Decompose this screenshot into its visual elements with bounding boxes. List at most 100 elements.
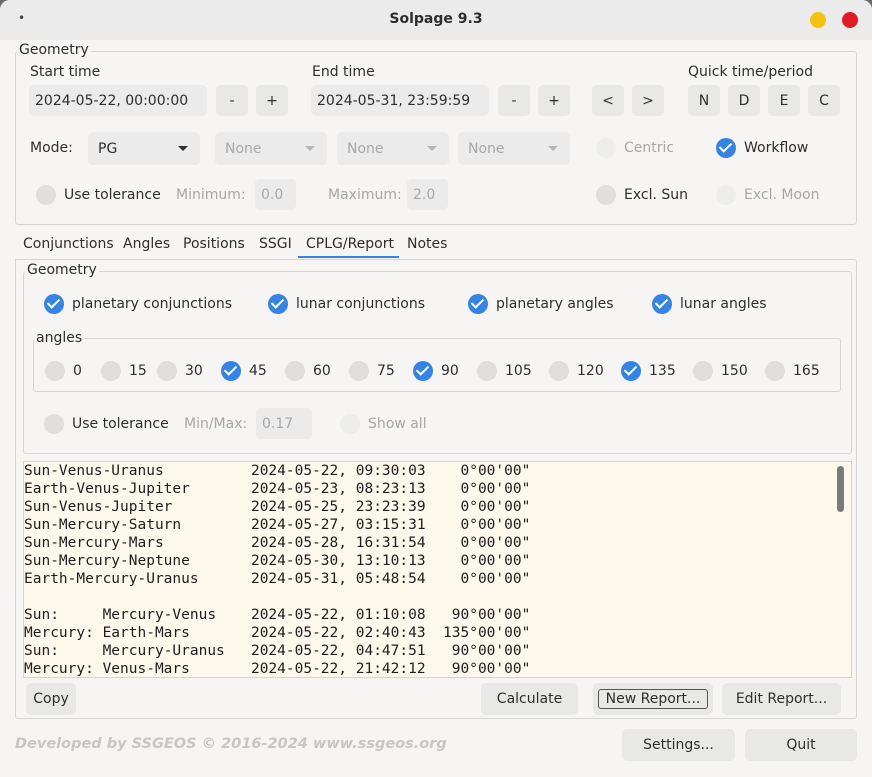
end-time-label: End time	[312, 64, 375, 80]
geometry-legend: Geometry	[17, 42, 91, 58]
report-text: Sun-Venus-Uranus 2024-05-22, 09:30:03 0°…	[24, 462, 851, 677]
maximum-field[interactable]: 2.0	[407, 179, 448, 210]
report-line: Sun-Mercury-Neptune 2024-05-30, 13:10:13…	[24, 553, 531, 569]
minimum-label: Minimum:	[176, 187, 246, 203]
calculate-button[interactable]: Calculate	[481, 683, 578, 715]
report-line: Sun-Mercury-Mars 2024-05-28, 16:31:54 0°…	[24, 535, 531, 551]
angle-150-label: 150	[721, 363, 748, 379]
lunar-conjunctions-checkbox[interactable]	[268, 294, 288, 314]
window-title: Solpage 9.3	[389, 11, 483, 27]
show-all-checkbox[interactable]	[340, 414, 360, 434]
copy-button[interactable]: Copy	[26, 683, 76, 715]
angle-105-checkbox[interactable]	[477, 361, 497, 381]
report-line: Earth-Mercury-Uranus 2024-05-31, 05:48:5…	[24, 571, 531, 587]
combo-2-value: None	[225, 140, 262, 157]
lunar-angles-label: lunar angles	[680, 296, 767, 312]
close-button[interactable]	[842, 12, 858, 28]
combo-2[interactable]: None	[215, 132, 327, 165]
end-time-plus-button[interactable]: +	[538, 85, 570, 116]
quick-d-button[interactable]: D	[728, 85, 760, 116]
report-line: Sun: Mercury-Uranus 2024-05-22, 04:47:51…	[24, 643, 531, 659]
active-tab-indicator	[298, 256, 399, 258]
report-line: Sun: Mercury-Venus 2024-05-22, 01:10:08 …	[24, 607, 531, 623]
report-line: Mercury: Earth-Mars 2024-05-22, 02:40:43…	[24, 625, 531, 641]
lunar-conjunctions-label: lunar conjunctions	[296, 296, 426, 312]
angle-150-checkbox[interactable]	[693, 361, 713, 381]
quit-button[interactable]: Quit	[745, 729, 857, 761]
centric-checkbox[interactable]	[596, 138, 616, 158]
angle-60-label: 60	[313, 363, 331, 379]
new-report-label: New Report...	[597, 689, 709, 709]
chevron-down-icon	[305, 146, 315, 151]
quick-n-button[interactable]: N	[688, 85, 720, 116]
angle-135-label: 135	[649, 363, 676, 379]
start-time-minus-button[interactable]: -	[216, 85, 248, 116]
tab-ssgi[interactable]: SSGI	[259, 236, 292, 252]
angles-frame	[33, 338, 841, 392]
mode-combo-value: PG	[98, 140, 118, 157]
angle-30-checkbox[interactable]	[157, 361, 177, 381]
minimum-field[interactable]: 0.0	[255, 179, 296, 210]
app-window: • Solpage 9.3 Geometry Start time 2024-0…	[0, 0, 872, 777]
cplg-geometry-legend: Geometry	[25, 262, 99, 278]
settings-button[interactable]: Settings...	[622, 729, 735, 761]
quick-next-button[interactable]: >	[632, 85, 664, 116]
angle-45-checkbox[interactable]	[221, 361, 241, 381]
start-time-plus-button[interactable]: +	[256, 85, 288, 116]
tab-positions[interactable]: Positions	[183, 236, 245, 252]
workflow-checkbox[interactable]	[716, 138, 736, 158]
angle-75-checkbox[interactable]	[349, 361, 369, 381]
quick-e-button[interactable]: E	[768, 85, 800, 116]
minmax-field[interactable]: 0.17	[256, 408, 312, 439]
tab-angles[interactable]: Angles	[123, 236, 170, 252]
planetary-angles-checkbox[interactable]	[468, 294, 488, 314]
quick-prev-button[interactable]: <	[592, 85, 624, 116]
angle-120-checkbox[interactable]	[549, 361, 569, 381]
end-time-field[interactable]: 2024-05-31, 23:59:59	[311, 85, 489, 116]
report-line: Sun-Mercury-Saturn 2024-05-27, 03:15:31 …	[24, 517, 531, 533]
mode-combo[interactable]: PG	[88, 132, 200, 165]
use-tolerance-checkbox[interactable]	[36, 185, 56, 205]
angles-legend: angles	[34, 330, 85, 346]
chevron-down-icon	[427, 146, 437, 151]
angle-60-checkbox[interactable]	[285, 361, 305, 381]
tab-cplg-report[interactable]: CPLG/Report	[306, 236, 394, 252]
chevron-down-icon	[548, 146, 558, 151]
new-report-button[interactable]: New Report...	[593, 683, 713, 715]
angle-15-checkbox[interactable]	[101, 361, 121, 381]
title-bar: • Solpage 9.3	[0, 0, 872, 40]
report-scrollbar[interactable]	[837, 466, 844, 512]
angle-0-checkbox[interactable]	[45, 361, 65, 381]
excl-moon-label: Excl. Moon	[744, 187, 820, 203]
planetary-angles-label: planetary angles	[496, 296, 614, 312]
edit-report-button[interactable]: Edit Report...	[722, 683, 841, 715]
excl-sun-checkbox[interactable]	[596, 185, 616, 205]
planetary-conjunctions-label: planetary conjunctions	[72, 296, 232, 312]
combo-4[interactable]: None	[458, 132, 570, 165]
start-time-field[interactable]: 2024-05-22, 00:00:00	[29, 85, 207, 116]
excl-sun-label: Excl. Sun	[624, 187, 689, 203]
report-text-area[interactable]: Sun-Venus-Uranus 2024-05-22, 09:30:03 0°…	[23, 461, 852, 678]
angle-30-label: 30	[185, 363, 203, 379]
cplg-use-tolerance-checkbox[interactable]	[44, 414, 64, 434]
angle-45-label: 45	[249, 363, 267, 379]
show-all-label: Show all	[368, 416, 427, 432]
tab-conjunctions[interactable]: Conjunctions	[23, 236, 114, 252]
report-line: Earth-Venus-Jupiter 2024-05-23, 08:23:13…	[24, 481, 531, 497]
angle-165-checkbox[interactable]	[765, 361, 785, 381]
angle-120-label: 120	[577, 363, 604, 379]
end-time-minus-button[interactable]: -	[498, 85, 530, 116]
cplg-use-tolerance-label: Use tolerance	[72, 416, 169, 432]
excl-moon-checkbox[interactable]	[716, 185, 736, 205]
minimize-button[interactable]	[810, 12, 826, 28]
combo-3[interactable]: None	[337, 132, 449, 165]
chevron-down-icon	[178, 146, 188, 151]
planetary-conjunctions-checkbox[interactable]	[44, 294, 64, 314]
angle-165-label: 165	[793, 363, 820, 379]
angle-90-checkbox[interactable]	[413, 361, 433, 381]
quick-c-button[interactable]: C	[808, 85, 840, 116]
lunar-angles-checkbox[interactable]	[652, 294, 672, 314]
tab-notes[interactable]: Notes	[407, 236, 447, 252]
maximum-label: Maximum:	[328, 187, 402, 203]
angle-135-checkbox[interactable]	[621, 361, 641, 381]
